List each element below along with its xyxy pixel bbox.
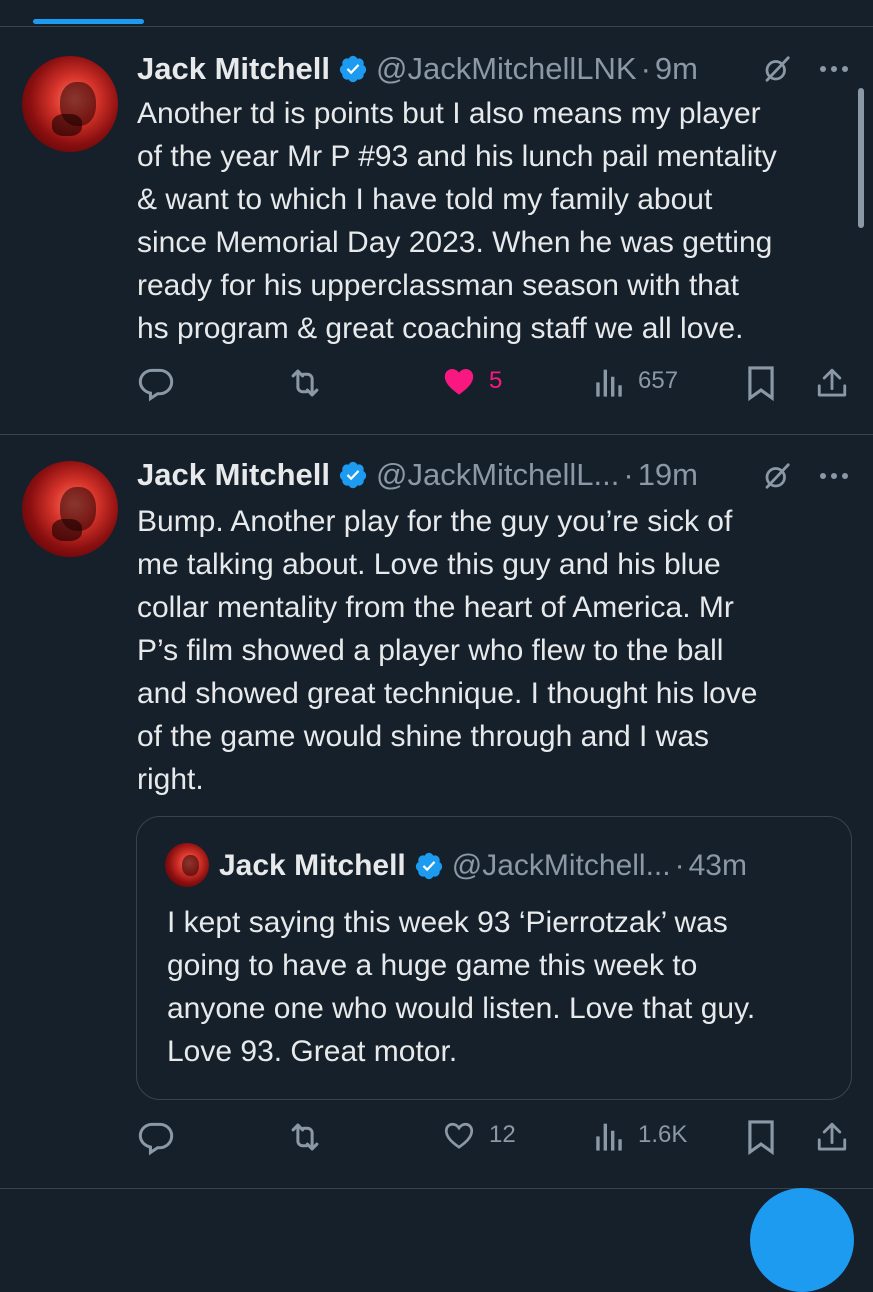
views-icon <box>596 369 622 397</box>
quoted-author-name: Jack Mitchell <box>219 849 406 882</box>
tweet-actions: 12 1.6K <box>0 1118 873 1158</box>
tweet-text: Another td is points but I also means my… <box>137 97 777 345</box>
share-button[interactable] <box>815 1118 849 1156</box>
tweet[interactable]: Jack Mitchell @JackMitchellLNK · 9m Anot… <box>0 0 873 434</box>
views-icon <box>596 1123 622 1151</box>
views-button[interactable]: 657 <box>594 364 678 398</box>
compose-button[interactable] <box>750 1188 854 1292</box>
like-button[interactable]: 12 <box>441 1118 516 1152</box>
quoted-tweet[interactable]: Jack Mitchell @JackMitchell... · 43m I k… <box>136 816 852 1100</box>
author-name[interactable]: Jack Mitchell <box>137 457 330 493</box>
grok-icon[interactable] <box>762 54 792 84</box>
author-handle[interactable]: @JackMitchellLNK <box>376 51 637 87</box>
views-count: 657 <box>638 367 679 394</box>
like-count: 5 <box>489 367 503 394</box>
quoted-author-handle: @JackMitchell... <box>451 849 671 882</box>
author-handle[interactable]: @JackMitchellL... <box>376 457 619 493</box>
more-icon[interactable] <box>818 471 850 481</box>
avatar[interactable] <box>22 56 118 152</box>
quoted-timestamp: 43m <box>688 849 747 882</box>
separator: · <box>674 849 685 882</box>
timestamp[interactable]: 19m <box>638 457 698 493</box>
quoted-header: Jack Mitchell @JackMitchell... · 43m <box>219 846 747 886</box>
bookmark-button[interactable] <box>745 364 777 402</box>
reply-button[interactable] <box>137 1118 175 1156</box>
separator: · <box>623 457 634 492</box>
tweet-text: Bump. Another play for the guy you’re si… <box>137 505 758 796</box>
verified-badge-icon <box>339 55 367 83</box>
divider <box>0 1188 873 1189</box>
more-icon[interactable] <box>818 64 850 74</box>
grok-icon[interactable] <box>762 461 792 491</box>
tweet-header: Jack Mitchell @JackMitchellL... · 19m <box>137 455 698 495</box>
bookmark-icon <box>748 366 774 402</box>
share-button[interactable] <box>815 364 849 402</box>
separator: · <box>640 51 651 86</box>
retweet-button[interactable] <box>285 1118 325 1156</box>
retweet-button[interactable] <box>285 364 325 402</box>
timestamp[interactable]: 9m <box>655 51 698 87</box>
reply-icon <box>138 1122 174 1156</box>
heart-icon <box>444 1122 474 1149</box>
reply-icon <box>138 368 174 402</box>
views-button[interactable]: 1.6K <box>594 1118 687 1152</box>
avatar[interactable] <box>22 461 118 557</box>
verified-badge-icon <box>415 852 442 880</box>
like-count: 12 <box>489 1121 516 1148</box>
views-count: 1.6K <box>638 1121 688 1148</box>
bookmark-icon <box>748 1120 774 1156</box>
retweet-icon <box>291 369 319 397</box>
verified-badge-icon <box>339 461 367 489</box>
retweet-icon <box>291 1123 319 1151</box>
heart-icon <box>444 368 474 395</box>
author-name[interactable]: Jack Mitchell <box>137 51 330 87</box>
reply-button[interactable] <box>137 364 175 402</box>
share-icon <box>817 368 847 397</box>
like-button[interactable]: 5 <box>441 364 502 398</box>
tweet[interactable]: Jack Mitchell @JackMitchellL... · 19m Bu… <box>0 435 873 1188</box>
quoted-text: I kept saying this week 93 ‘Pierrotzak’ … <box>167 906 756 1068</box>
tweet-header: Jack Mitchell @JackMitchellLNK · 9m <box>137 49 698 89</box>
quoted-avatar <box>165 843 209 887</box>
tweet-actions: 5 657 <box>0 364 873 404</box>
share-icon <box>817 1122 847 1151</box>
bookmark-button[interactable] <box>745 1118 777 1156</box>
